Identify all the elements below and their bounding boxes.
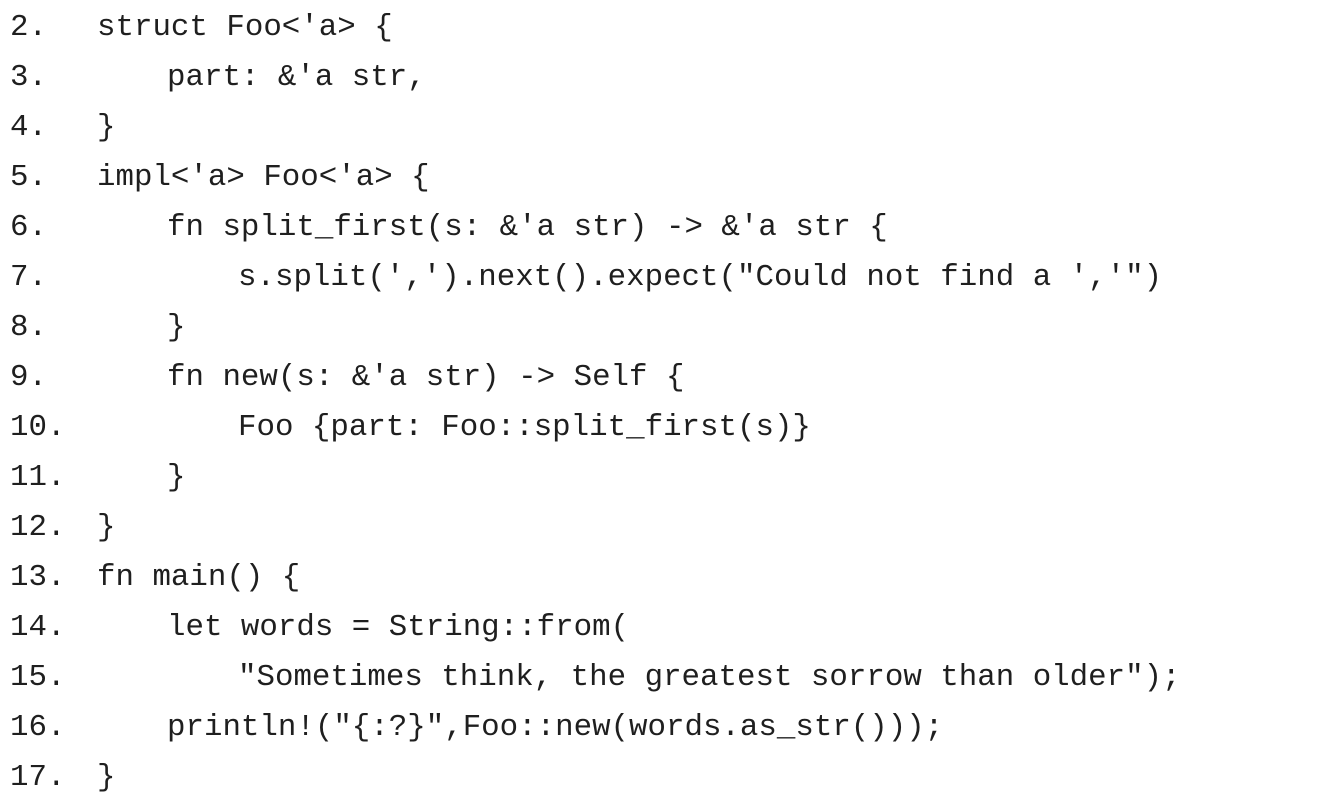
line-number: 6. xyxy=(10,210,47,245)
code-text: impl<'a> Foo<'a> { xyxy=(97,160,430,195)
code-text: Foo {part: Foo::split_first(s)} xyxy=(238,410,811,445)
line-number: 5. xyxy=(10,160,47,195)
code-text: println!("{:?}",Foo::new(words.as_str())… xyxy=(167,710,944,745)
line-number: 10. xyxy=(10,410,66,445)
line-number: 7. xyxy=(10,260,47,295)
code-text: } xyxy=(97,510,116,545)
code-text: } xyxy=(97,760,116,795)
code-text: } xyxy=(167,310,186,345)
line-number: 2. xyxy=(10,10,47,45)
code-text: } xyxy=(97,110,116,145)
line-number: 15. xyxy=(10,660,66,695)
line-number: 11. xyxy=(10,460,66,495)
line-number: 13. xyxy=(10,560,66,595)
code-text: } xyxy=(167,460,186,495)
line-number: 12. xyxy=(10,510,66,545)
line-number: 9. xyxy=(10,360,47,395)
line-number: 16. xyxy=(10,710,66,745)
code-text: fn main() { xyxy=(97,560,301,595)
line-number: 8. xyxy=(10,310,47,345)
line-number: 17. xyxy=(10,760,66,795)
line-number: 4. xyxy=(10,110,47,145)
code-text: fn new(s: &'a str) -> Self { xyxy=(167,360,685,395)
line-number: 3. xyxy=(10,60,47,95)
code-text: part: &'a str, xyxy=(167,60,426,95)
code-text: let words = String::from( xyxy=(167,610,630,645)
code-text: fn split_first(s: &'a str) -> &'a str { xyxy=(167,210,888,245)
line-number: 14. xyxy=(10,610,66,645)
code-text: "Sometimes think, the greatest sorrow th… xyxy=(238,660,1181,695)
code-text: s.split(',').next().expect("Could not fi… xyxy=(238,260,1163,295)
code-text: struct Foo<'a> { xyxy=(97,10,393,45)
code-listing: 2. struct Foo<'a> { 3. part: &'a str, 4.} … xyxy=(0,0,1331,802)
